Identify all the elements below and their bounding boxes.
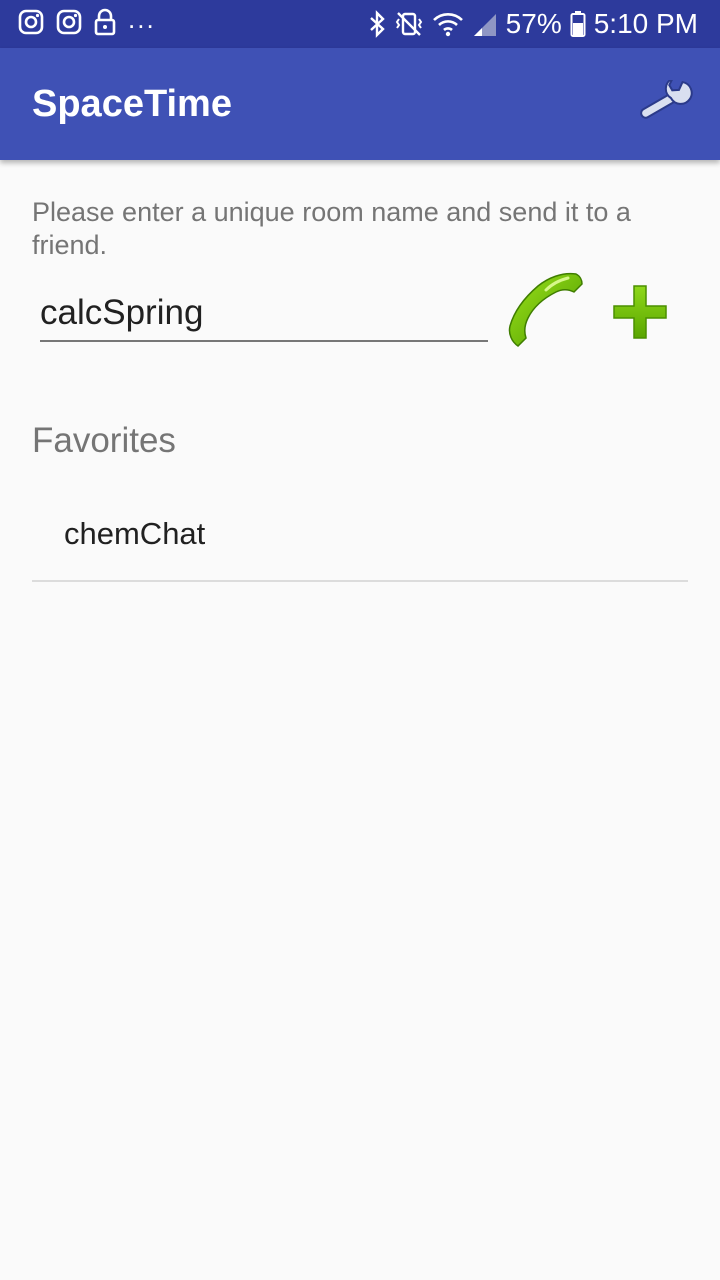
favorites-title: Favorites: [32, 421, 176, 460]
instagram-icon: [56, 9, 82, 35]
settings-button[interactable]: [632, 76, 696, 130]
app-title: SpaceTime: [32, 83, 232, 125]
phone-icon: [502, 272, 588, 358]
instruction-text: Please enter a unique room name and send…: [32, 197, 631, 260]
battery-icon: [570, 10, 586, 38]
bluetooth-icon: [368, 10, 386, 38]
add-favorite-button[interactable]: [606, 278, 674, 346]
clock: 5:10 PM: [593, 8, 698, 39]
more-notifications-indicator: ...: [128, 4, 156, 34]
room-name-input[interactable]: [40, 286, 488, 342]
status-bar: ... 57% 5:10 PM: [0, 0, 720, 48]
battery-percent: 57%: [505, 8, 562, 39]
favorite-item[interactable]: chemChat: [32, 488, 688, 582]
lock-icon: [94, 8, 116, 36]
favorites-list: chemChat: [32, 488, 688, 582]
signal-icon: [472, 10, 498, 38]
wifi-icon: [432, 10, 464, 38]
favorite-item-label: chemChat: [64, 516, 206, 551]
wrench-icon: [634, 76, 694, 129]
call-button[interactable]: [502, 268, 588, 354]
plus-icon: [606, 285, 674, 350]
instagram-icon: [18, 9, 44, 35]
vibrate-mute-icon: [394, 10, 424, 38]
app-bar: SpaceTime: [0, 48, 720, 160]
